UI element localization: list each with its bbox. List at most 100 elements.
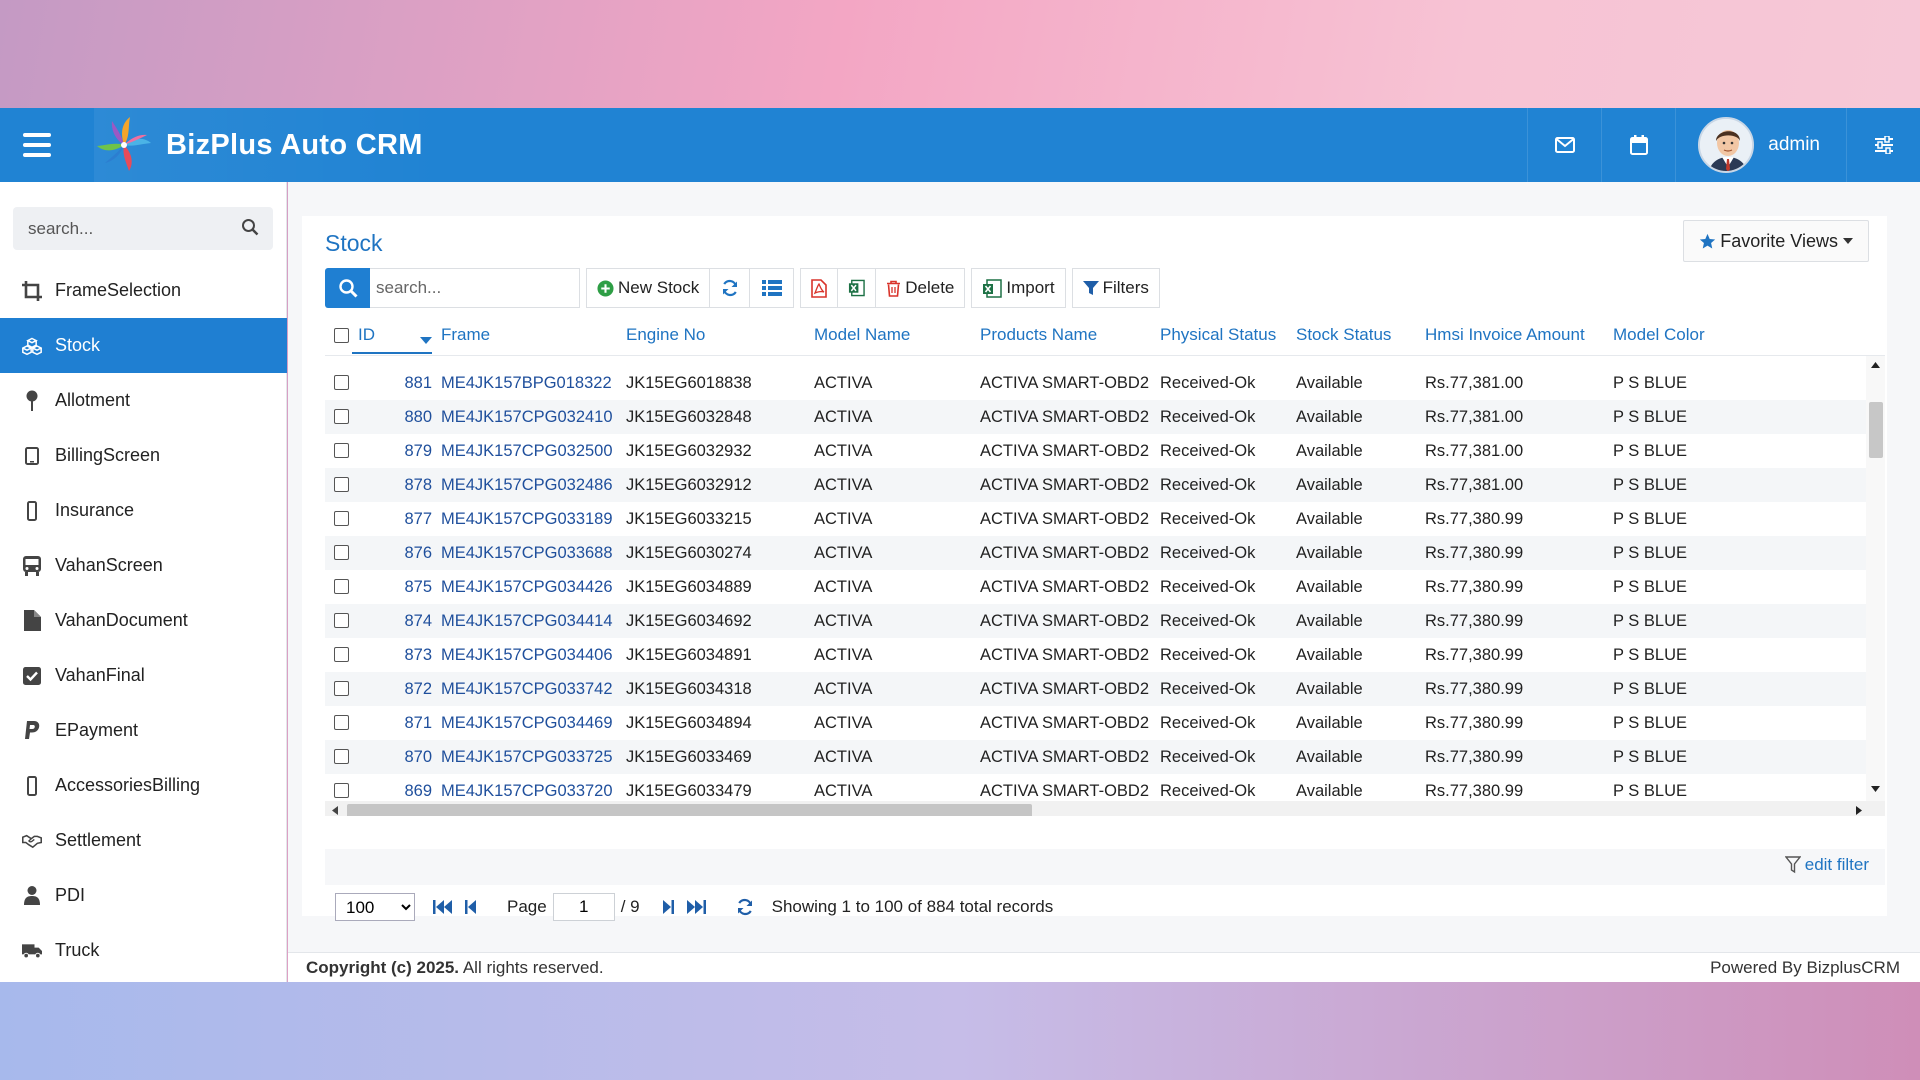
scroll-left-icon[interactable] xyxy=(332,806,338,815)
row-checkbox[interactable] xyxy=(334,511,349,526)
sidebar-item-accessories-billing[interactable]: AccessoriesBilling xyxy=(0,758,287,813)
row-checkbox[interactable] xyxy=(334,477,349,492)
row-checkbox[interactable] xyxy=(334,443,349,458)
cell-id[interactable]: 877 xyxy=(400,510,432,529)
new-stock-button[interactable]: New Stock xyxy=(586,268,711,308)
table-row[interactable]: 876 ME4JK157CPG033688 JK15EG6030274 ACTIVA A… xyxy=(325,536,1866,570)
vertical-scroll-thumb[interactable] xyxy=(1869,402,1883,458)
user-menu[interactable]: admin xyxy=(1675,108,1846,182)
sidebar-item-vahan-document[interactable]: VahanDocument xyxy=(0,593,287,648)
brand[interactable]: BizPlus Auto CRM xyxy=(94,108,443,182)
table-row[interactable]: 877 ME4JK157CPG033189 JK15EG6033215 ACTIVA A… xyxy=(325,502,1866,536)
scroll-up-icon[interactable] xyxy=(1871,362,1880,368)
cell-id[interactable]: 870 xyxy=(400,748,432,767)
cell-id[interactable]: 881 xyxy=(400,374,432,393)
cell-frame[interactable]: ME4JK157CPG034406 xyxy=(441,646,613,665)
table-row[interactable]: 875 ME4JK157CPG034426 JK15EG6034889 ACTIVA A… xyxy=(325,570,1866,604)
refresh-button[interactable] xyxy=(710,268,751,308)
last-page-button[interactable] xyxy=(686,899,706,915)
table-row[interactable]: 870 ME4JK157CPG033725 JK15EG6033469 ACTIVA A… xyxy=(325,740,1866,774)
row-checkbox[interactable] xyxy=(334,715,349,730)
sidebar-item-insurance[interactable]: Insurance xyxy=(0,483,287,538)
cell-frame[interactable]: ME4JK157CPG033189 xyxy=(441,510,613,529)
list-view-button[interactable] xyxy=(750,268,795,308)
row-checkbox[interactable] xyxy=(334,409,349,424)
scroll-right-icon[interactable] xyxy=(1856,806,1862,815)
column-header-physical-status[interactable]: Physical Status xyxy=(1160,325,1276,345)
favorite-views-button[interactable]: Favorite Views xyxy=(1683,220,1869,262)
select-all-checkbox[interactable] xyxy=(334,328,349,343)
column-header-frame[interactable]: Frame xyxy=(441,325,490,345)
sidebar-search-input[interactable] xyxy=(13,218,223,239)
vertical-scrollbar[interactable] xyxy=(1866,356,1885,816)
cell-id[interactable]: 869 xyxy=(400,782,432,801)
cell-frame[interactable]: ME4JK157CPG032410 xyxy=(441,408,613,427)
delete-button[interactable]: Delete xyxy=(876,268,966,308)
scroll-down-icon[interactable] xyxy=(1871,786,1880,792)
row-checkbox[interactable] xyxy=(334,375,349,390)
row-checkbox[interactable] xyxy=(334,749,349,764)
cell-id[interactable]: 880 xyxy=(400,408,432,427)
cell-id[interactable]: 873 xyxy=(400,646,432,665)
sort-desc-icon[interactable] xyxy=(420,331,432,349)
table-row[interactable]: 871 ME4JK157CPG034469 JK15EG6034894 ACTIVA A… xyxy=(325,706,1866,740)
table-row[interactable]: 878 ME4JK157CPG032486 JK15EG6032912 ACTIVA A… xyxy=(325,468,1866,502)
messages-button[interactable] xyxy=(1527,108,1601,182)
sidebar-item-vahan-screen[interactable]: VahanScreen xyxy=(0,538,287,593)
menu-toggle-button[interactable] xyxy=(0,108,74,182)
export-pdf-button[interactable] xyxy=(800,268,839,308)
cell-frame[interactable]: ME4JK157CPG034426 xyxy=(441,578,613,597)
grid-search-input[interactable] xyxy=(370,268,580,308)
cell-frame[interactable]: ME4JK157BPG018322 xyxy=(441,374,612,393)
first-page-button[interactable] xyxy=(433,899,453,915)
import-button[interactable]: Import xyxy=(971,268,1066,308)
table-row[interactable]: 879 ME4JK157CPG032500 JK15EG6032932 ACTIVA A… xyxy=(325,434,1866,468)
column-header-id[interactable]: ID xyxy=(358,325,375,345)
sidebar-item-billing-screen[interactable]: BillingScreen xyxy=(0,428,287,483)
cell-frame[interactable]: ME4JK157CPG034414 xyxy=(441,612,613,631)
page-number-input[interactable] xyxy=(552,893,615,921)
search-button[interactable] xyxy=(325,268,370,308)
row-checkbox[interactable] xyxy=(334,681,349,696)
column-header-engine-no[interactable]: Engine No xyxy=(626,325,705,345)
filters-button[interactable]: Filters xyxy=(1071,268,1160,308)
cell-frame[interactable]: ME4JK157CPG032486 xyxy=(441,476,613,495)
row-checkbox[interactable] xyxy=(334,579,349,594)
table-row[interactable]: 872 ME4JK157CPG033742 JK15EG6034318 ACTIVA A… xyxy=(325,672,1866,706)
column-header-stock-status[interactable]: Stock Status xyxy=(1296,325,1391,345)
export-excel-button[interactable] xyxy=(838,268,877,308)
row-checkbox[interactable] xyxy=(334,545,349,560)
cell-frame[interactable]: ME4JK157CPG034469 xyxy=(441,714,613,733)
table-row[interactable]: 881 ME4JK157BPG018322 JK15EG6018838 ACTIVA A… xyxy=(325,366,1866,400)
sidebar-item-stock[interactable]: Stock xyxy=(0,318,287,373)
edit-filter-link[interactable]: edit filter xyxy=(1784,855,1869,875)
cell-frame[interactable]: ME4JK157CPG033742 xyxy=(441,680,613,699)
column-header-model-color[interactable]: Model Color xyxy=(1613,325,1705,345)
cell-frame[interactable]: ME4JK157CPG033725 xyxy=(441,748,613,767)
sidebar-item-vahan-final[interactable]: VahanFinal xyxy=(0,648,287,703)
column-header-products-name[interactable]: Products Name xyxy=(980,325,1097,345)
horizontal-scrollbar[interactable] xyxy=(325,801,1885,816)
prev-page-button[interactable] xyxy=(465,899,477,915)
cell-id[interactable]: 875 xyxy=(400,578,432,597)
cell-frame[interactable]: ME4JK157CPG032500 xyxy=(441,442,613,461)
sidebar-item-allotment[interactable]: Allotment xyxy=(0,373,287,428)
table-row[interactable]: 880 ME4JK157CPG032410 JK15EG6032848 ACTIVA A… xyxy=(325,400,1866,434)
cell-id[interactable]: 876 xyxy=(400,544,432,563)
cell-id[interactable]: 879 xyxy=(400,442,432,461)
search-icon[interactable] xyxy=(241,218,259,236)
cell-id[interactable]: 874 xyxy=(400,612,432,631)
cell-id[interactable]: 872 xyxy=(400,680,432,699)
row-checkbox[interactable] xyxy=(334,613,349,628)
row-checkbox[interactable] xyxy=(334,783,349,798)
calendar-button[interactable] xyxy=(1601,108,1675,182)
sidebar-item-settlement[interactable]: Settlement xyxy=(0,813,287,868)
column-header-hmsi-invoice-amount[interactable]: Hmsi Invoice Amount xyxy=(1425,325,1585,345)
sidebar-item-epayment[interactable]: EPayment xyxy=(0,703,287,758)
table-row[interactable]: 874 ME4JK157CPG034414 JK15EG6034692 ACTIVA A… xyxy=(325,604,1866,638)
cell-id[interactable]: 878 xyxy=(400,476,432,495)
next-page-button[interactable] xyxy=(662,899,674,915)
cell-frame[interactable]: ME4JK157CPG033720 xyxy=(441,782,613,801)
column-header-model-name[interactable]: Model Name xyxy=(814,325,910,345)
row-checkbox[interactable] xyxy=(334,647,349,662)
